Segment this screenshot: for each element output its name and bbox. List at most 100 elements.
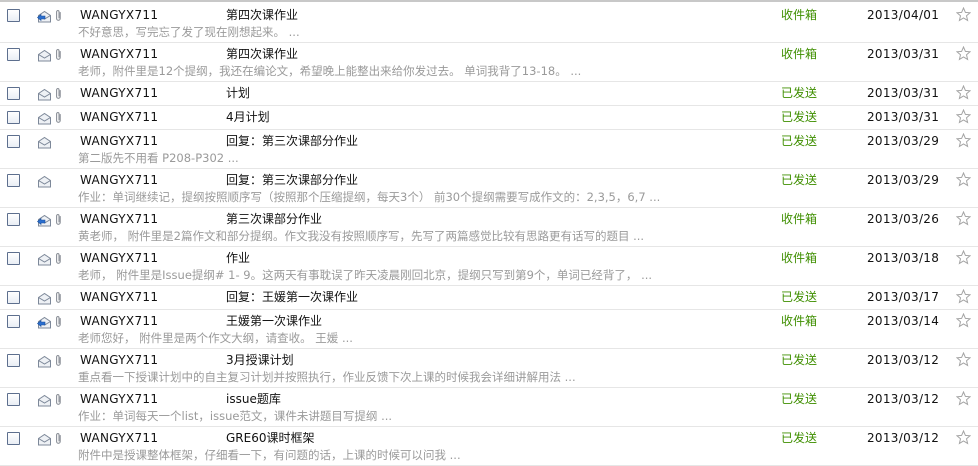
star-icon[interactable] [956, 109, 971, 124]
mail-preview: 附件中是授课整体框架，仔细看一下，有问题的话，上课的时候可以问我 ... [78, 448, 461, 462]
read-envelope-icon [38, 394, 51, 407]
read-envelope-icon [38, 175, 51, 188]
mail-subject[interactable]: 作业 [226, 250, 250, 266]
select-checkbox[interactable] [7, 393, 20, 406]
reply-envelope-icon [37, 214, 51, 227]
mail-preview: 作业：单词继续记，提纲按照顺序写（按照那个压缩提纲，每天3个） 前30个提纲需要… [78, 190, 661, 204]
star-icon[interactable] [956, 289, 971, 304]
mail-subject[interactable]: 王媛第一次课作业 [226, 313, 322, 329]
read-envelope-icon [38, 433, 51, 446]
mail-folder: 收件箱 [781, 251, 818, 265]
mail-row[interactable]: WANGYX711 第四次课作业不好意思，写完忘了发了现在刚想起来。 ... 收件箱… [0, 4, 978, 43]
mail-sender: WANGYX711 [80, 110, 159, 124]
mail-subject[interactable]: 4月计划 [226, 109, 270, 125]
mail-sender: WANGYX711 [80, 314, 159, 328]
mail-subject[interactable]: issue题库 [226, 391, 281, 407]
mail-row[interactable]: WANGYX711 回复：第三次课部分作业 第二版先不用看 P208-P302 ..… [0, 130, 978, 169]
mail-subject[interactable]: 3月授课计划 [226, 352, 294, 368]
paperclip-icon [56, 355, 61, 366]
mail-row[interactable]: WANGYX711 4月计划 已发送 2013/03/31 [0, 106, 978, 130]
star-icon[interactable] [956, 172, 971, 187]
mail-folder: 已发送 [781, 134, 818, 148]
mail-date: 2013/03/18 [867, 251, 940, 265]
mail-sender: WANGYX711 [80, 290, 159, 304]
mail-date: 2013/03/26 [867, 212, 940, 226]
mail-preview: 老师，附件里是12个提纲，我还在编论文，希望晚上能整出来给你发过去。 单词我背了… [78, 64, 582, 78]
mail-subject[interactable]: 回复：第三次课部分作业 [226, 172, 358, 188]
paperclip-icon [56, 394, 61, 405]
select-checkbox[interactable] [7, 87, 20, 100]
select-checkbox[interactable] [7, 213, 20, 226]
mail-subject[interactable]: 第四次课作业 [226, 7, 298, 23]
mail-row[interactable]: WANGYX711 第三次课部分作业 黄老师， 附件里是2篇作文和部分提纲。作文我没… [0, 208, 978, 247]
star-icon[interactable] [956, 313, 971, 328]
mail-preview: 老师， 附件里是Issue提纲# 1- 9。这两天有事耽误了昨天凌晨刚回北京，提… [78, 268, 653, 282]
star-icon[interactable] [956, 133, 971, 148]
select-checkbox[interactable] [7, 315, 20, 328]
mail-subject[interactable]: 计划 [226, 85, 250, 101]
mail-subject[interactable]: GRE60课时框架 [226, 430, 315, 446]
star-icon[interactable] [956, 85, 971, 100]
read-envelope-icon [38, 355, 51, 368]
select-checkbox[interactable] [7, 135, 20, 148]
mail-sender: WANGYX711 [80, 251, 159, 265]
mail-subject[interactable]: 第四次课作业 [226, 46, 298, 62]
mail-row[interactable]: WANGYX711 王媛第一次课作业 老师您好， 附件里是两个作文大纲，请查收。 王… [0, 310, 978, 349]
star-icon[interactable] [956, 211, 971, 226]
read-envelope-icon [38, 49, 51, 62]
reply-envelope-icon [37, 316, 51, 329]
read-envelope-icon [38, 253, 51, 266]
read-envelope-icon [38, 292, 51, 305]
mail-folder: 收件箱 [781, 47, 818, 61]
select-checkbox[interactable] [7, 9, 20, 22]
select-checkbox[interactable] [7, 111, 20, 124]
reply-envelope-icon [37, 10, 51, 23]
mail-preview: 不好意思，写完忘了发了现在刚想起来。 ... [78, 25, 300, 39]
star-icon[interactable] [956, 7, 971, 22]
mail-folder: 已发送 [781, 173, 818, 187]
paperclip-icon [56, 88, 61, 99]
mail-row[interactable]: WANGYX711 作业老师， 附件里是Issue提纲# 1- 9。这两天有事耽误… [0, 247, 978, 286]
mail-row[interactable]: WANGYX711 3月授课计划 重点看一下授课计划中的自主复习计划并按照执行，作业… [0, 349, 978, 388]
paperclip-icon [56, 253, 61, 264]
star-icon[interactable] [956, 352, 971, 367]
mail-sender: WANGYX711 [80, 353, 159, 367]
select-checkbox[interactable] [7, 252, 20, 265]
select-checkbox[interactable] [7, 174, 20, 187]
star-icon[interactable] [956, 250, 971, 265]
star-icon[interactable] [956, 430, 971, 445]
mail-date: 2013/04/01 [867, 8, 940, 22]
mail-date: 2013/03/31 [867, 86, 940, 100]
mail-date: 2013/03/12 [867, 353, 940, 367]
mail-row[interactable]: WANGYX711 issue题库 作业：单词每天一个list，issue范文，课件… [0, 388, 978, 427]
star-icon[interactable] [956, 46, 971, 61]
paperclip-icon [56, 433, 61, 444]
mail-row[interactable]: WANGYX711 回复：王媛第一次课作业 已发送 2013/03/17 [0, 286, 978, 310]
mail-folder: 收件箱 [781, 8, 818, 22]
mail-row[interactable]: WANGYX711 计划 已发送 2013/03/31 [0, 82, 978, 106]
read-envelope-icon [38, 136, 51, 149]
mail-sender: WANGYX711 [80, 431, 159, 445]
star-icon[interactable] [956, 391, 971, 406]
mail-row[interactable]: WANGYX711 GRE60课时框架附件中是授课整体框架，仔细看一下，有问题的话… [0, 427, 978, 466]
select-checkbox[interactable] [7, 354, 20, 367]
mail-folder: 已发送 [781, 290, 818, 304]
mail-date: 2013/03/17 [867, 290, 940, 304]
mail-subject[interactable]: 第三次课部分作业 [226, 211, 322, 227]
mail-sender: WANGYX711 [80, 8, 159, 22]
mail-subject[interactable]: 回复：第三次课部分作业 [226, 133, 358, 149]
mail-sender: WANGYX711 [80, 392, 159, 406]
select-checkbox[interactable] [7, 48, 20, 61]
read-envelope-icon [38, 112, 51, 125]
mail-row[interactable]: WANGYX711 第四次课作业 老师，附件里是12个提纲，我还在编论文，希望晚上能… [0, 43, 978, 82]
mail-date: 2013/03/12 [867, 431, 940, 445]
mail-folder: 已发送 [781, 86, 818, 100]
read-envelope-icon [38, 88, 51, 101]
mail-subject[interactable]: 回复：王媛第一次课作业 [226, 289, 358, 305]
mail-sender: WANGYX711 [80, 212, 159, 226]
mail-sender: WANGYX711 [80, 173, 159, 187]
mail-row[interactable]: WANGYX711 回复：第三次课部分作业作业：单词继续记，提纲按照顺序写（按照那… [0, 169, 978, 208]
select-checkbox[interactable] [7, 432, 20, 445]
mail-date: 2013/03/31 [867, 47, 940, 61]
select-checkbox[interactable] [7, 291, 20, 304]
